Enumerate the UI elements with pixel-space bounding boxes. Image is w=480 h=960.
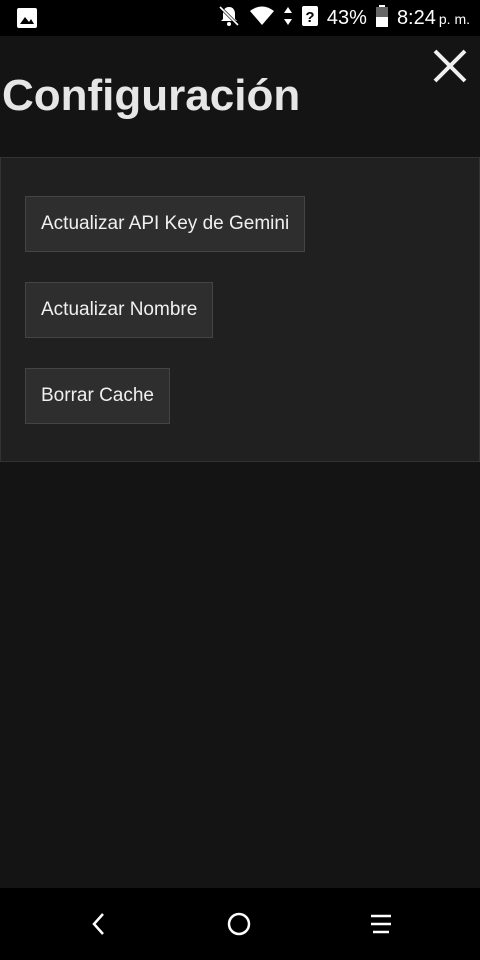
clock: 8:24 p. m.: [397, 0, 470, 37]
home-button[interactable]: [221, 906, 257, 942]
close-button[interactable]: [430, 46, 470, 86]
content-area: [0, 462, 480, 888]
header: Configuración: [0, 36, 480, 157]
data-arrows-icon: [283, 5, 293, 32]
battery-percent: 43%: [326, 7, 367, 29]
notifications-off-icon: [217, 4, 241, 33]
status-bar-right: ? 43% 8:24 p. m.: [217, 0, 470, 36]
svg-text:?: ?: [305, 9, 314, 26]
clear-cache-button[interactable]: Borrar Cache: [25, 368, 170, 424]
clock-suffix: p. m.: [438, 10, 470, 27]
wifi-icon: [249, 5, 275, 32]
nav-bar: [0, 888, 480, 960]
back-icon: [92, 913, 104, 935]
back-button[interactable]: [81, 906, 117, 942]
menu-icon: [371, 914, 391, 934]
page-title: Configuración: [2, 71, 301, 120]
image-icon: [16, 7, 38, 29]
clock-time: 8:24: [396, 6, 436, 29]
menu-button[interactable]: [363, 906, 399, 942]
close-icon: [433, 49, 467, 83]
update-name-button[interactable]: Actualizar Nombre: [25, 282, 214, 338]
home-icon: [227, 912, 251, 936]
unknown-network-icon: ?: [301, 5, 319, 32]
status-bar: ? 43% 8:24 p. m.: [0, 0, 480, 36]
settings-panel: Actualizar API Key de Gemini Actualizar …: [0, 157, 480, 462]
battery-icon: [375, 4, 389, 33]
update-api-key-button[interactable]: Actualizar API Key de Gemini: [25, 196, 306, 252]
